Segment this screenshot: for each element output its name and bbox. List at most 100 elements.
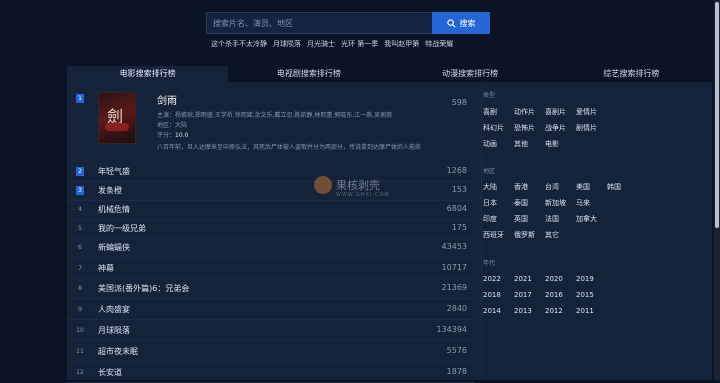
site-watermark: 果核剥壳 WWW.GHXI.COM [314, 176, 389, 198]
watermark-text: 果核剥壳 [336, 179, 380, 192]
rank-badge: 9 [78, 306, 82, 313]
row-count: 1268 [446, 166, 467, 175]
filter-type-option[interactable]: 喜剧 [483, 107, 514, 117]
filter-region-option[interactable]: 法国 [545, 214, 576, 224]
search-button[interactable]: 搜索 [432, 12, 490, 34]
filter-year-option[interactable]: 2018 [483, 291, 514, 299]
filter-region-option[interactable]: 新加坡 [545, 198, 576, 208]
filter-year-option[interactable]: 2013 [514, 307, 545, 315]
ranking-tabs: 电影搜索排行榜 电视剧搜索排行榜 动漫搜索排行榜 综艺搜索排行榜 [67, 66, 712, 82]
filter-type-title: 类型 [483, 92, 496, 99]
ranking-row[interactable]: 5 我的一级兄弟 175 [67, 219, 475, 239]
rank-badge: 1 [76, 94, 84, 103]
row-title[interactable]: 年轻气盛 [98, 166, 130, 177]
filter-region-option[interactable]: 俄罗斯 [514, 230, 545, 240]
ranking-panel: 1 劍 剑雨 598 主演：杨紫琼,郑雨盛,王学圻,徐熙娣,余文乐,戴立忍,陈凯… [67, 82, 712, 383]
row-title[interactable]: 神幕 [98, 263, 114, 274]
filter-type-option[interactable]: 动画 [483, 139, 514, 149]
filter-year-option[interactable]: 2020 [545, 275, 576, 283]
filter-region-option[interactable]: 泰国 [514, 198, 545, 208]
filter-year-option[interactable]: 2017 [514, 291, 545, 299]
filter-year-option[interactable]: 2015 [576, 291, 607, 299]
tab-movie-ranking[interactable]: 电影搜索排行榜 [67, 66, 229, 82]
scrollbar-thumb[interactable] [715, 2, 719, 228]
hot-search-link[interactable]: 月光骑士 [307, 39, 335, 49]
filter-type-option[interactable]: 电影 [545, 139, 576, 149]
ranking-row[interactable]: 4 机械危情 6804 [67, 200, 475, 220]
ranking-row[interactable]: 12 长安道 1878 [67, 363, 475, 383]
filter-type-option[interactable]: 剧情片 [576, 123, 607, 133]
filter-region-option[interactable]: 马来 [576, 198, 607, 208]
filter-type-option[interactable]: 科幻片 [483, 123, 514, 133]
row-title[interactable]: 人肉盛宴 [98, 304, 130, 315]
filter-year-option[interactable]: 2016 [545, 291, 576, 299]
top-ranked-item[interactable]: 1 劍 剑雨 598 主演：杨紫琼,郑雨盛,王学圻,徐熙娣,余文乐,戴立忍,陈凯… [67, 88, 475, 172]
ranking-row[interactable]: 10 月球陨落 134394 [67, 321, 475, 341]
rank-badge: 8 [78, 285, 82, 292]
filter-type-grid: 喜剧 动作片 喜剧片 爱情片 科幻片 恐怖片 战争片 剧情片 动画 其他 电影 [483, 107, 638, 149]
row-count: 6804 [446, 204, 467, 213]
filter-region-option[interactable]: 大陆 [483, 182, 514, 192]
filter-year-option[interactable]: 2019 [576, 275, 607, 283]
ranking-row[interactable]: 2 年轻气盛 1268 [67, 162, 475, 182]
filter-year-option[interactable]: 2022 [483, 275, 514, 283]
ranking-row[interactable]: 7 神幕 10717 [67, 259, 475, 279]
score-label: 评分： [157, 132, 176, 139]
search-input[interactable] [206, 12, 432, 34]
hot-search-link[interactable]: 特战荣耀 [425, 39, 453, 49]
filter-region-option[interactable]: 台湾 [545, 182, 576, 192]
filter-type-option[interactable]: 战争片 [545, 123, 576, 133]
row-title[interactable]: 发条橙 [98, 185, 122, 196]
row-title[interactable]: 机械危情 [98, 204, 130, 215]
ranking-row[interactable]: 9 人肉盛宴 2840 [67, 300, 475, 320]
movie-poster[interactable]: 劍 [98, 92, 136, 144]
tab-variety-ranking[interactable]: 综艺搜索排行榜 [551, 66, 712, 82]
filter-region-option[interactable]: 韩国 [607, 182, 638, 192]
hot-search-link[interactable]: 月球陨落 [273, 39, 301, 49]
filter-type-option[interactable]: 爱情片 [576, 107, 607, 117]
filter-region-option[interactable]: 美国 [576, 182, 607, 192]
search-bar: 搜索 [206, 12, 490, 34]
hot-search-link[interactable]: 我叫赵甲第 [384, 39, 419, 49]
filter-year-option[interactable]: 2021 [514, 275, 545, 283]
ranking-row[interactable]: 8 美国派(番外篇)6：兄弟会 21369 [67, 279, 475, 299]
movie-title[interactable]: 剑雨 [157, 92, 177, 107]
filter-region-option[interactable]: 印度 [483, 214, 514, 224]
row-title[interactable]: 新蝙蝠侠 [98, 242, 130, 253]
row-title[interactable]: 月球陨落 [98, 325, 130, 336]
filter-region-option[interactable]: 西班牙 [483, 230, 514, 240]
ranking-row[interactable]: 6 新蝙蝠侠 43453 [67, 238, 475, 258]
hot-search-link[interactable]: 这个杀手不太冷静 [211, 39, 267, 49]
row-title[interactable]: 我的一级兄弟 [98, 223, 146, 234]
filter-year-option[interactable]: 2014 [483, 307, 514, 315]
row-title[interactable]: 长安道 [98, 367, 122, 378]
row-count: 43453 [441, 242, 467, 251]
rank-badge: 6 [78, 244, 82, 251]
row-title[interactable]: 超市夜未眠 [98, 346, 138, 357]
filter-region-option[interactable]: 英国 [514, 214, 545, 224]
filter-region-option[interactable]: 日本 [483, 198, 514, 208]
hot-search-list: 这个杀手不太冷静 月球陨落 月光骑士 光环 第一季 我叫赵甲第 特战荣耀 [211, 39, 453, 49]
page-scrollbar[interactable] [714, 0, 720, 380]
filter-type-option[interactable]: 恐怖片 [514, 123, 545, 133]
movie-description: 八百年前，旦入达摩来至中原弘法，其死后尸体被人盗取并分为两部分，传说拿到达摩尸体… [157, 144, 422, 151]
filter-type-option[interactable]: 动作片 [514, 107, 545, 117]
tab-anime-ranking[interactable]: 动漫搜索排行榜 [390, 66, 551, 82]
row-count: 10717 [441, 263, 467, 272]
row-title[interactable]: 美国派(番外篇)6：兄弟会 [98, 283, 189, 294]
filter-region-option[interactable]: 加拿大 [576, 214, 607, 224]
rank-badge: 3 [76, 186, 84, 195]
filter-region-option[interactable]: 其它 [545, 230, 576, 240]
filter-region-option[interactable]: 香港 [514, 182, 545, 192]
ranking-row[interactable]: 11 超市夜未眠 5576 [67, 342, 475, 362]
hot-search-link[interactable]: 光环 第一季 [341, 39, 378, 49]
filter-type-option[interactable]: 其他 [514, 139, 545, 149]
row-count: 5576 [446, 346, 467, 355]
tab-tv-ranking[interactable]: 电视剧搜索排行榜 [228, 66, 389, 82]
filter-type-option[interactable]: 喜剧片 [545, 107, 576, 117]
filter-sidebar: 类型 喜剧 动作片 喜剧片 爱情片 科幻片 恐怖片 战争片 剧情片 动画 其他 … [481, 86, 710, 380]
filter-year-option[interactable]: 2012 [545, 307, 576, 315]
ranking-row[interactable]: 3 发条橙 153 [67, 181, 475, 201]
filter-year-option[interactable]: 2011 [576, 307, 607, 315]
row-count: 2840 [446, 304, 467, 313]
